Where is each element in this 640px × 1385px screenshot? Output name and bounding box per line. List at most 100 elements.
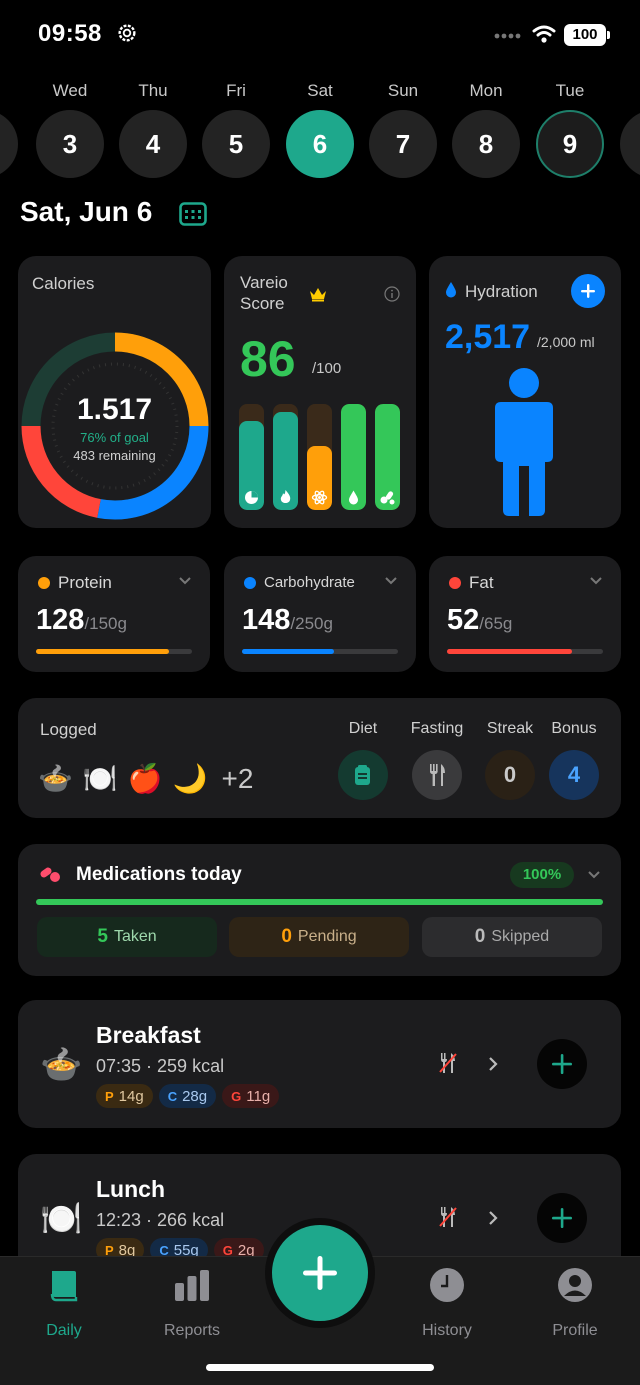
pills-icon xyxy=(40,867,60,882)
plus-icon xyxy=(552,1208,572,1228)
water-drop-icon xyxy=(446,282,456,298)
macro-card-protein[interactable]: Protein 128/150g xyxy=(18,556,210,672)
no-fasting-icon[interactable] xyxy=(438,1052,458,1074)
day-partial-right[interactable] xyxy=(620,78,640,178)
profile-icon xyxy=(558,1268,592,1302)
meds-pending[interactable]: 0 Pending xyxy=(229,917,409,957)
chevron-down-icon[interactable] xyxy=(178,576,192,586)
calendar-icon[interactable] xyxy=(179,201,207,227)
pie-icon xyxy=(245,491,258,504)
vareio-score-card[interactable]: Vareio Score 86 /100 xyxy=(224,256,416,528)
macro-value: 52/65g xyxy=(447,604,513,636)
apple-icon: 🍎 xyxy=(127,763,163,794)
medications-card[interactable]: Medications today 100% 5 Taken 0 Pending… xyxy=(18,844,621,976)
bar-chart-icon xyxy=(175,1270,209,1301)
add-food-button[interactable] xyxy=(537,1039,587,1089)
macro-label: Carbohydrate xyxy=(264,574,355,591)
macro-card-fat[interactable]: Fat 52/65g xyxy=(429,556,621,672)
macro-label: Protein xyxy=(58,573,112,592)
day-name: Thu xyxy=(138,81,168,100)
add-food-button[interactable] xyxy=(537,1193,587,1243)
diet-icon[interactable] xyxy=(338,750,388,800)
meds-skipped[interactable]: 0 Skipped xyxy=(422,917,602,957)
day-tue-today[interactable]: Tue 9 xyxy=(536,78,604,178)
stat-diet[interactable]: Diet xyxy=(331,720,395,800)
meal-card-breakfast[interactable]: 🍲 Breakfast 07:35 · 259 kcal P 14g C 28g G… xyxy=(18,1000,621,1128)
chevron-right-icon[interactable] xyxy=(488,1210,498,1226)
plus-icon xyxy=(581,284,595,298)
macro-card-carbohydrate[interactable]: Carbohydrate 148/250g xyxy=(224,556,416,672)
logged-label: Logged xyxy=(40,720,97,739)
day-fri[interactable]: Fri 5 xyxy=(202,78,270,178)
fork-knife-icon[interactable] xyxy=(412,750,462,800)
meds-taken[interactable]: 5 Taken xyxy=(37,917,217,957)
score-bar-2 xyxy=(273,404,298,510)
chevron-down-icon[interactable] xyxy=(384,576,398,586)
crown-icon xyxy=(310,288,326,302)
logged-card[interactable]: Logged 🍲 🍽️ 🍎 🌙 +2 Diet Fasting Streak 0… xyxy=(18,698,621,818)
day-partial-left[interactable] xyxy=(0,78,18,178)
macro-progress-track xyxy=(242,649,398,654)
no-fasting-icon[interactable] xyxy=(438,1206,458,1228)
meal-name: Breakfast xyxy=(96,1022,201,1048)
bonus-count: 4 xyxy=(549,750,599,800)
score-bar-5 xyxy=(375,404,400,510)
person-icon xyxy=(495,368,553,516)
chevron-right-icon[interactable] xyxy=(488,1056,498,1072)
day-number: 3 xyxy=(36,110,104,178)
medications-percent-badge: 100% xyxy=(510,862,574,888)
day-name: Mon xyxy=(469,81,503,100)
day-mon[interactable]: Mon 8 xyxy=(452,78,520,178)
medications-progress-bar xyxy=(36,899,603,905)
wifi-icon xyxy=(532,25,556,43)
macro-progress-fill xyxy=(36,649,170,654)
stat-bonus[interactable]: Bonus 4 xyxy=(542,720,606,800)
meal-time-kcal: 12:23 · 266 kcal xyxy=(96,1210,225,1230)
stat-streak[interactable]: Streak 0 xyxy=(478,720,542,800)
calories-card[interactable]: Calories 1.517 76% of goal 483 remaining xyxy=(18,256,211,528)
tab-daily[interactable]: Daily xyxy=(14,1267,114,1340)
logged-more-count: +2 xyxy=(221,762,254,794)
day-wed[interactable]: Wed 3 xyxy=(36,78,104,178)
hydration-value: 2,517 xyxy=(445,318,531,356)
tag-protein: P 14g xyxy=(96,1084,153,1108)
meal-time-kcal: 07:35 · 259 kcal xyxy=(96,1056,225,1076)
date-title: Sat, Jun 6 xyxy=(20,196,153,227)
day-number: 4 xyxy=(119,110,187,178)
add-entry-fab[interactable] xyxy=(272,1225,368,1321)
day-name: Sun xyxy=(387,81,419,100)
gear-icon xyxy=(118,24,136,42)
day-name: Sat xyxy=(307,81,333,100)
medications-title: Medications today xyxy=(76,864,242,885)
score-bar-1 xyxy=(239,404,264,510)
day-sat-selected[interactable]: Sat 6 xyxy=(286,78,354,178)
moon-icon: 🌙 xyxy=(172,763,208,794)
book-icon xyxy=(50,1271,78,1302)
pills-icon xyxy=(380,491,395,505)
tag-carbs: C 28g xyxy=(158,1084,217,1108)
fat-dot xyxy=(449,577,461,589)
score-bar-4 xyxy=(341,404,366,510)
macro-value: 128/150g xyxy=(36,604,127,636)
day-name: Fri xyxy=(226,81,246,100)
tab-profile[interactable]: Profile xyxy=(525,1267,625,1340)
add-water-button[interactable] xyxy=(571,274,605,308)
chevron-down-icon[interactable] xyxy=(587,870,601,880)
stat-fasting[interactable]: Fasting xyxy=(405,720,469,800)
drop-icon xyxy=(349,490,358,505)
tab-history[interactable]: History xyxy=(397,1267,497,1340)
tab-reports[interactable]: Reports xyxy=(142,1267,242,1340)
week-strip[interactable]: Wed 3 Thu 4 Fri 5 Sat 6 Sun 7 Mon 8 Tue … xyxy=(0,78,640,188)
hydration-goal: /2,000 ml xyxy=(537,334,595,350)
signal-dots-icon xyxy=(494,33,521,39)
info-icon[interactable] xyxy=(384,286,400,302)
calories-goal-text: 76% of goal xyxy=(80,430,149,445)
day-thu[interactable]: Thu 4 xyxy=(119,78,187,178)
vareio-score-max: /100 xyxy=(312,360,342,377)
plate-icon: 🍽️ xyxy=(82,763,118,794)
meal-macro-tags: P 14g C 28g G 11g xyxy=(96,1084,280,1108)
protein-dot xyxy=(38,577,50,589)
chevron-down-icon[interactable] xyxy=(589,576,603,586)
hydration-card[interactable]: Hydration 2,517 /2,000 ml xyxy=(429,256,621,528)
day-sun[interactable]: Sun 7 xyxy=(369,78,437,178)
